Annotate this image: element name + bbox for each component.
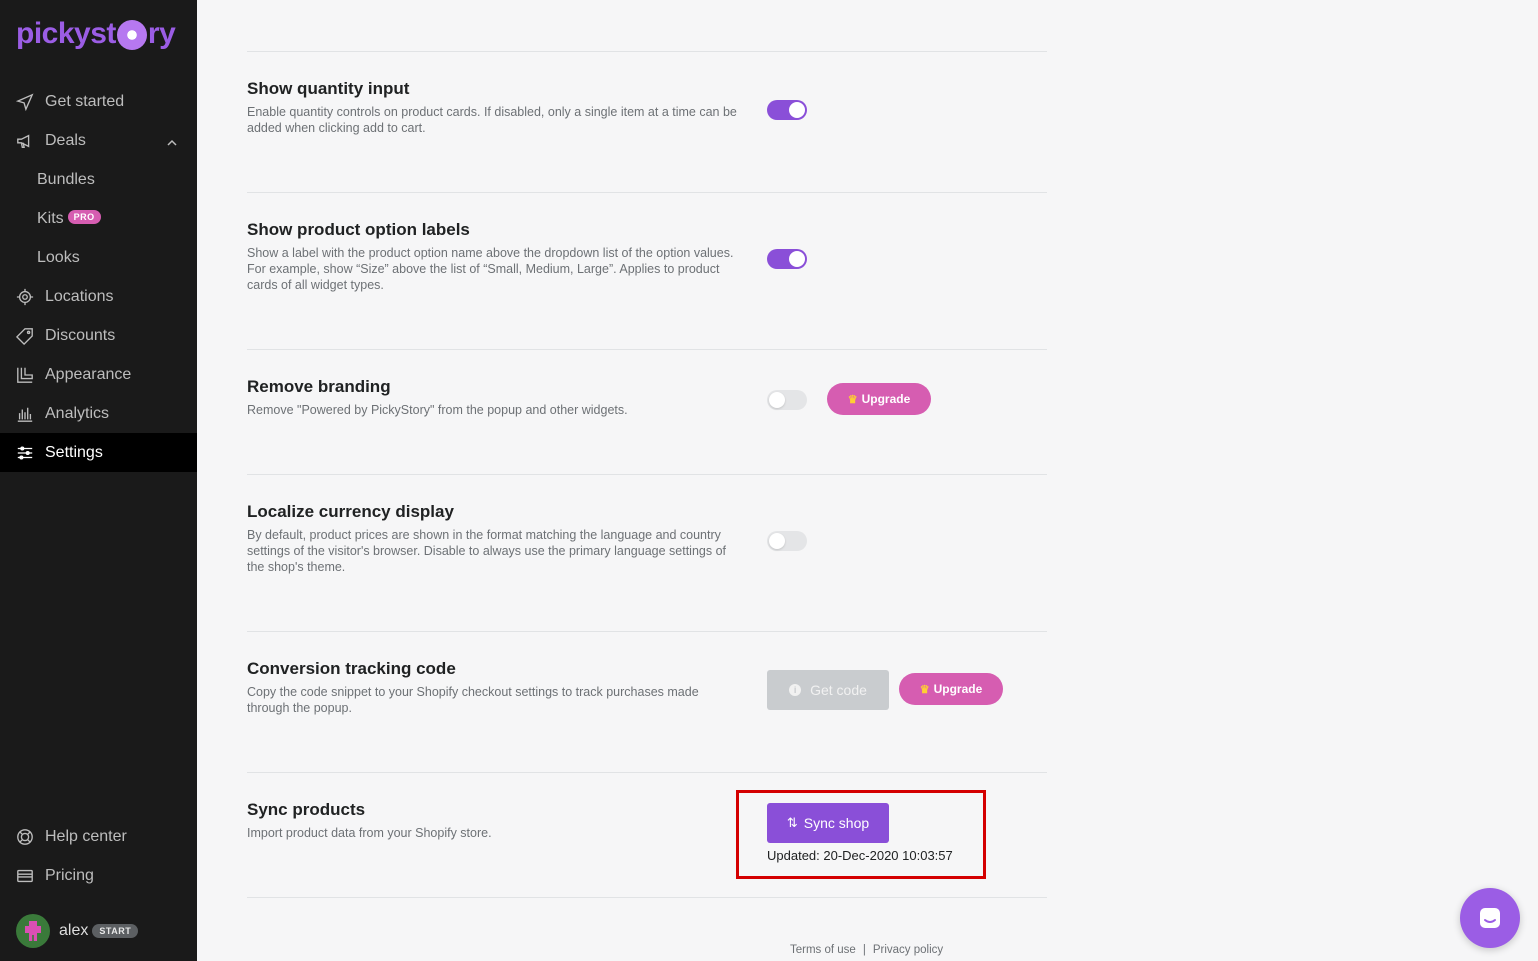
sync-description: Import product data from your Shopify st… <box>247 826 492 840</box>
footer-separator: | <box>862 944 866 956</box>
sidebar-item-locations[interactable]: Locations <box>0 277 197 316</box>
highlight-box <box>736 790 986 879</box>
chat-launcher-button[interactable] <box>1460 888 1520 948</box>
sidebar-item-label: Discounts <box>45 326 116 344</box>
bottom-nav: Help center Pricing <box>0 817 197 895</box>
sidebar-item-settings[interactable]: Settings <box>0 433 197 472</box>
sidebar-item-label: Locations <box>45 287 114 305</box>
plan-badge: START <box>92 924 139 938</box>
sidebar-item-kits[interactable]: Kits PRO <box>0 199 197 238</box>
pickystory-logo[interactable]: pickyst ry <box>16 14 176 54</box>
upgrade-label: Upgrade <box>933 682 983 696</box>
sidebar-item-help-center[interactable]: Help center <box>0 817 197 856</box>
sidebar-item-looks[interactable]: Looks <box>0 238 197 277</box>
sidebar-item-analytics[interactable]: Analytics <box>0 394 197 433</box>
quantity-title: Show quantity input <box>247 79 410 98</box>
sidebar-item-label: Pricing <box>45 866 94 884</box>
get-code-button[interactable]: i Get code <box>767 670 889 710</box>
sidebar-item-discounts[interactable]: Discounts <box>0 316 197 355</box>
toggle-knob <box>789 251 805 267</box>
upgrade-label: Upgrade <box>861 392 911 406</box>
crown-icon: ♛ <box>847 393 858 406</box>
branding-description: Remove "Powered by PickyStory" from the … <box>247 403 628 417</box>
sidebar-item-label: Deals <box>45 131 86 149</box>
quantity-toggle[interactable] <box>767 100 807 120</box>
branding-title: Remove branding <box>247 377 391 396</box>
option-labels-toggle[interactable] <box>767 249 807 269</box>
sidebar-item-label: Bundles <box>37 170 95 188</box>
credit-card-icon <box>16 867 34 885</box>
sidebar-item-label: Kits <box>37 209 64 227</box>
sidebar-item-label: Help center <box>45 827 127 845</box>
privacy-link[interactable]: Privacy policy <box>873 944 943 956</box>
layout-icon <box>16 366 34 384</box>
main-nav: Get started Deals Bundles Kits PRO Looks… <box>0 82 197 472</box>
terms-link[interactable]: Terms of use <box>790 944 856 956</box>
tag-icon <box>16 327 34 345</box>
sidebar-item-pricing[interactable]: Pricing <box>0 856 197 895</box>
logo-text-left: pickyst <box>16 17 116 50</box>
divider <box>247 192 1047 193</box>
pro-badge: PRO <box>67 209 101 224</box>
sidebar-item-label: Get started <box>45 92 125 110</box>
toggle-knob <box>789 102 805 118</box>
divider <box>247 51 1047 52</box>
toggle-knob <box>769 392 785 408</box>
tracking-description: Copy the code snippet to your Shopify ch… <box>247 685 699 715</box>
user-menu[interactable]: alex START <box>16 914 139 948</box>
quantity-description: Enable quantity controls on product card… <box>247 105 737 135</box>
branding-upgrade-button[interactable]: ♛ Upgrade <box>827 383 931 415</box>
sidebar-item-label: Analytics <box>45 404 110 422</box>
divider <box>247 897 1047 898</box>
currency-toggle[interactable] <box>767 531 807 551</box>
chat-icon <box>1480 908 1500 928</box>
option-labels-title: Show product option labels <box>247 220 470 239</box>
currency-title: Localize currency display <box>247 502 454 521</box>
megaphone-icon <box>16 132 34 150</box>
flower-icon <box>116 20 147 50</box>
sidebar-item-deals[interactable]: Deals <box>0 121 197 160</box>
sidebar-item-label: Settings <box>45 443 103 461</box>
sliders-icon <box>16 444 34 462</box>
currency-description: By default, product prices are shown in … <box>247 528 727 574</box>
branding-toggle[interactable] <box>767 390 807 410</box>
crown-icon: ♛ <box>919 683 930 696</box>
user-name: alex <box>59 922 89 939</box>
logo-text-right: ry <box>147 17 176 50</box>
sidebar-item-label: Looks <box>37 248 80 266</box>
info-icon: i <box>789 684 802 696</box>
get-code-label: Get code <box>810 682 867 698</box>
divider <box>247 772 1047 773</box>
bar-chart-icon <box>16 405 34 423</box>
avatar <box>16 914 50 948</box>
toggle-knob <box>769 533 785 549</box>
chevron-up-icon[interactable] <box>167 135 177 146</box>
divider <box>247 474 1047 475</box>
option-labels-description: Show a label with the product option nam… <box>247 246 734 292</box>
target-icon <box>16 288 34 306</box>
tracking-upgrade-button[interactable]: ♛ Upgrade <box>899 673 1003 705</box>
sidebar-item-get-started[interactable]: Get started <box>0 82 197 121</box>
sync-title: Sync products <box>247 800 366 819</box>
divider <box>247 631 1047 632</box>
footer: Terms of use | Privacy policy <box>790 944 943 956</box>
divider <box>247 349 1047 350</box>
sidebar-item-bundles[interactable]: Bundles <box>0 160 197 199</box>
sidebar-item-appearance[interactable]: Appearance <box>0 355 197 394</box>
tracking-title: Conversion tracking code <box>247 659 456 678</box>
sidebar: pickyst ry Get started Deals Bundles Kits… <box>0 0 197 961</box>
sidebar-item-label: Appearance <box>45 365 132 383</box>
send-icon <box>16 92 34 111</box>
lifebuoy-icon <box>16 828 34 846</box>
